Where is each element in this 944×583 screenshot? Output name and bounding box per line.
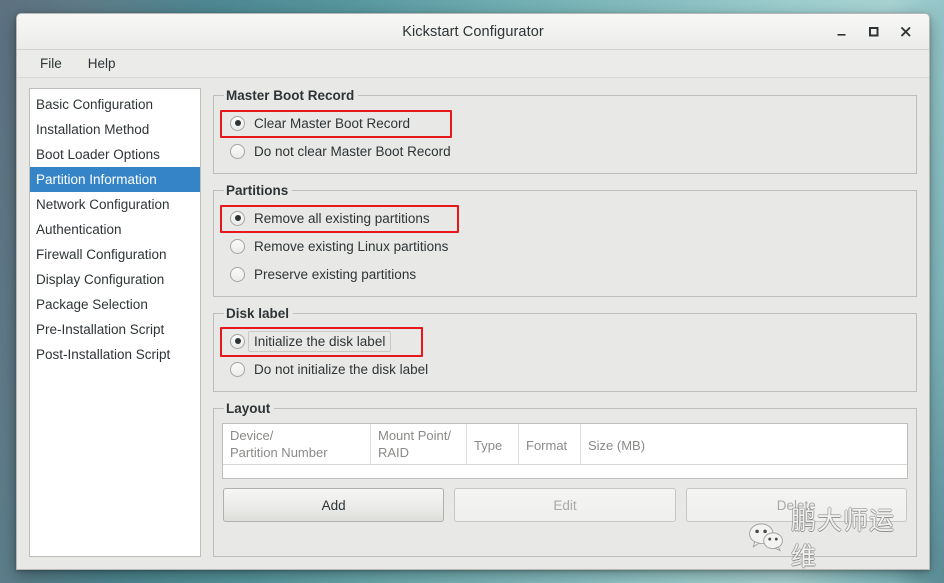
partitions-legend: Partitions [226, 183, 289, 198]
radio-do-not-initialize-disk-label-label: Do not initialize the disk label [254, 361, 429, 377]
sidebar-item-firewall-configuration[interactable]: Firewall Configuration [30, 242, 200, 267]
sidebar-item-basic-configuration[interactable]: Basic Configuration [30, 92, 200, 117]
settings-panel: Master Boot Record Clear Master Boot Rec… [213, 88, 917, 557]
close-icon[interactable] [891, 19, 919, 45]
column-header-device-partition-number[interactable]: Device/ Partition Number [223, 424, 371, 464]
column-header-size-mb[interactable]: Size (MB) [581, 424, 907, 464]
radio-remove-linux-partitions-label: Remove existing Linux partitions [254, 238, 449, 254]
column-header-type[interactable]: Type [467, 424, 519, 464]
sidebar-item-partition-information[interactable]: Partition Information [30, 167, 200, 192]
window-controls [827, 14, 919, 49]
radio-do-not-clear-mbr[interactable]: Do not clear Master Boot Record [222, 137, 908, 165]
sidebar-item-network-configuration[interactable]: Network Configuration [30, 192, 200, 217]
disk-label-legend: Disk label [226, 306, 290, 321]
master-boot-record-group: Master Boot Record Clear Master Boot Rec… [213, 88, 917, 174]
radio-do-not-clear-mbr-label: Do not clear Master Boot Record [254, 143, 451, 159]
radio-button-icon [230, 115, 245, 131]
column-header-format[interactable]: Format [519, 424, 581, 464]
layout-group: Layout Device/ Partition Number Mount Po… [213, 401, 917, 557]
add-button[interactable]: Add [223, 488, 445, 522]
radio-initialize-disk-label[interactable]: Initialize the disk label [220, 327, 908, 357]
radio-preserve-partitions[interactable]: Preserve existing partitions [222, 260, 908, 288]
radio-remove-all-partitions-label: Remove all existing partitions [254, 210, 430, 226]
layout-action-buttons: Add Edit Delete [222, 488, 908, 522]
edit-button: Edit [454, 488, 676, 522]
sidebar-item-installation-method[interactable]: Installation Method [30, 117, 200, 142]
navigation-sidebar[interactable]: Basic Configuration Installation Method … [29, 88, 201, 557]
sidebar-item-display-configuration[interactable]: Display Configuration [30, 267, 200, 292]
radio-button-icon [230, 266, 245, 282]
radio-clear-mbr[interactable]: Clear Master Boot Record [220, 109, 908, 138]
menubar: File Help [17, 50, 929, 78]
minimize-icon[interactable] [827, 19, 855, 45]
radio-button-icon [230, 333, 245, 349]
disk-label-group: Disk label Initialize the disk label Do … [213, 306, 917, 392]
sidebar-item-authentication[interactable]: Authentication [30, 217, 200, 242]
delete-button: Delete [685, 488, 907, 522]
app-window: Kickstart Configurator File Help Basic C… [16, 13, 930, 570]
maximize-icon[interactable] [859, 19, 887, 45]
radio-do-not-initialize-disk-label[interactable]: Do not initialize the disk label [222, 355, 908, 383]
sidebar-item-post-installation-script[interactable]: Post-Installation Script [30, 342, 200, 367]
window-title: Kickstart Configurator [402, 23, 544, 40]
radio-button-icon [230, 143, 245, 159]
sidebar-item-pre-installation-script[interactable]: Pre-Installation Script [30, 317, 200, 342]
radio-clear-mbr-label: Clear Master Boot Record [254, 115, 411, 131]
menu-help[interactable]: Help [79, 53, 125, 74]
menu-file[interactable]: File [31, 53, 71, 74]
radio-button-icon [230, 210, 245, 226]
partition-layout-table[interactable]: Device/ Partition Number Mount Point/ RA… [222, 423, 908, 479]
partitions-group: Partitions Remove all existing partition… [213, 183, 917, 297]
sidebar-item-package-selection[interactable]: Package Selection [30, 292, 200, 317]
column-header-mount-point-raid[interactable]: Mount Point/ RAID [371, 424, 467, 464]
radio-remove-linux-partitions[interactable]: Remove existing Linux partitions [222, 232, 908, 260]
radio-preserve-partitions-label: Preserve existing partitions [254, 266, 417, 282]
titlebar: Kickstart Configurator [17, 14, 929, 50]
master-boot-record-legend: Master Boot Record [226, 88, 355, 103]
radio-initialize-disk-label-label: Initialize the disk label [248, 330, 392, 352]
table-body-empty [223, 465, 907, 478]
radio-button-icon [230, 361, 245, 377]
radio-remove-all-partitions[interactable]: Remove all existing partitions [220, 204, 908, 233]
radio-button-icon [230, 238, 245, 254]
layout-legend: Layout [226, 401, 271, 416]
table-header-row: Device/ Partition Number Mount Point/ RA… [223, 424, 907, 465]
main-content: Basic Configuration Installation Method … [17, 78, 929, 569]
sidebar-item-boot-loader-options[interactable]: Boot Loader Options [30, 142, 200, 167]
